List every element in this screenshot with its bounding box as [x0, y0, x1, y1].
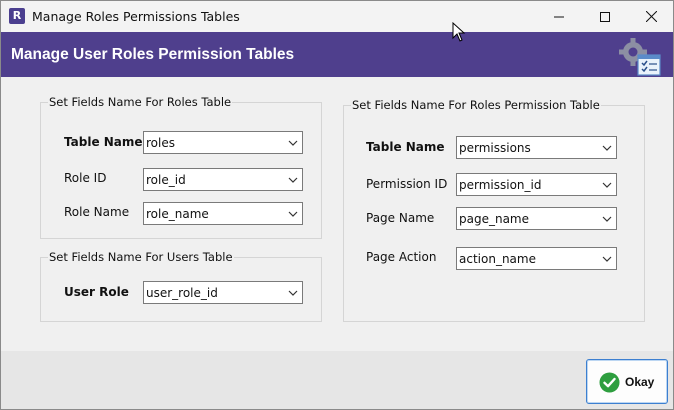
- chevron-down-icon: [602, 145, 612, 151]
- mouse-cursor-icon: [452, 22, 466, 42]
- chevron-down-icon: [288, 140, 298, 146]
- chevron-down-icon: [602, 182, 612, 188]
- minimize-icon: [554, 16, 564, 17]
- page-action-label: Page Action: [366, 250, 437, 264]
- permission-group-title: Set Fields Name For Roles Permission Tab…: [351, 98, 601, 112]
- footer-bar: Okay: [1, 351, 673, 409]
- app-icon: R: [9, 8, 25, 24]
- header-title: Manage User Roles Permission Tables: [11, 46, 295, 63]
- chevron-down-icon: [602, 256, 612, 262]
- permission-id-value: permission_id: [459, 178, 542, 192]
- close-icon: [645, 11, 657, 22]
- window-title: Manage Roles Permissions Tables: [32, 9, 240, 24]
- role-id-value: role_id: [146, 173, 186, 187]
- maximize-icon: [600, 11, 610, 22]
- okay-button[interactable]: Okay: [586, 359, 668, 404]
- user-role-value: user_role_id: [146, 286, 218, 300]
- check-circle-icon: [599, 372, 620, 393]
- permission-table-group: Set Fields Name For Roles Permission Tab…: [343, 98, 645, 322]
- permission-table-name-value: permissions: [459, 141, 531, 155]
- roles-table-name-select[interactable]: roles: [143, 131, 303, 154]
- chevron-down-icon: [288, 177, 298, 183]
- role-id-label: Role ID: [64, 171, 107, 185]
- roles-table-group: Set Fields Name For Roles Table Table Na…: [40, 95, 322, 239]
- role-name-select[interactable]: role_name: [143, 202, 303, 225]
- user-role-select[interactable]: user_role_id: [143, 281, 303, 304]
- permission-table-name-select[interactable]: permissions: [456, 136, 617, 159]
- page-name-value: page_name: [459, 212, 530, 226]
- roles-table-name-value: roles: [146, 136, 175, 150]
- settings-checklist-icon: [619, 38, 661, 76]
- roles-group-title: Set Fields Name For Roles Table: [48, 95, 233, 109]
- page-name-label: Page Name: [366, 211, 435, 225]
- chevron-down-icon: [288, 290, 298, 296]
- users-group-title: Set Fields Name For Users Table: [48, 250, 234, 264]
- role-id-select[interactable]: role_id: [143, 168, 303, 191]
- page-action-value: action_name: [459, 252, 536, 266]
- chevron-down-icon: [602, 216, 612, 222]
- maximize-button[interactable]: [582, 1, 628, 32]
- content-area: Set Fields Name For Roles Table Table Na…: [1, 77, 673, 351]
- user-role-label: User Role: [64, 285, 129, 299]
- roles-table-name-label: Table Name: [64, 135, 143, 149]
- close-button[interactable]: [628, 1, 673, 32]
- role-name-value: role_name: [146, 207, 209, 221]
- page-action-select[interactable]: action_name: [456, 247, 617, 270]
- chevron-down-icon: [288, 211, 298, 217]
- minimize-button[interactable]: [536, 1, 582, 32]
- permission-id-select[interactable]: permission_id: [456, 173, 617, 196]
- users-table-group: Set Fields Name For Users Table User Rol…: [40, 250, 322, 322]
- header-banner: Manage User Roles Permission Tables: [1, 32, 673, 77]
- manage-roles-window: R Manage Roles Permissions Tables Manage…: [0, 0, 674, 410]
- title-bar[interactable]: R Manage Roles Permissions Tables: [1, 1, 673, 32]
- okay-label: Okay: [625, 375, 655, 389]
- page-name-select[interactable]: page_name: [456, 207, 617, 230]
- permission-table-name-label: Table Name: [366, 140, 445, 154]
- permission-id-label: Permission ID: [366, 177, 448, 191]
- role-name-label: Role Name: [64, 205, 130, 219]
